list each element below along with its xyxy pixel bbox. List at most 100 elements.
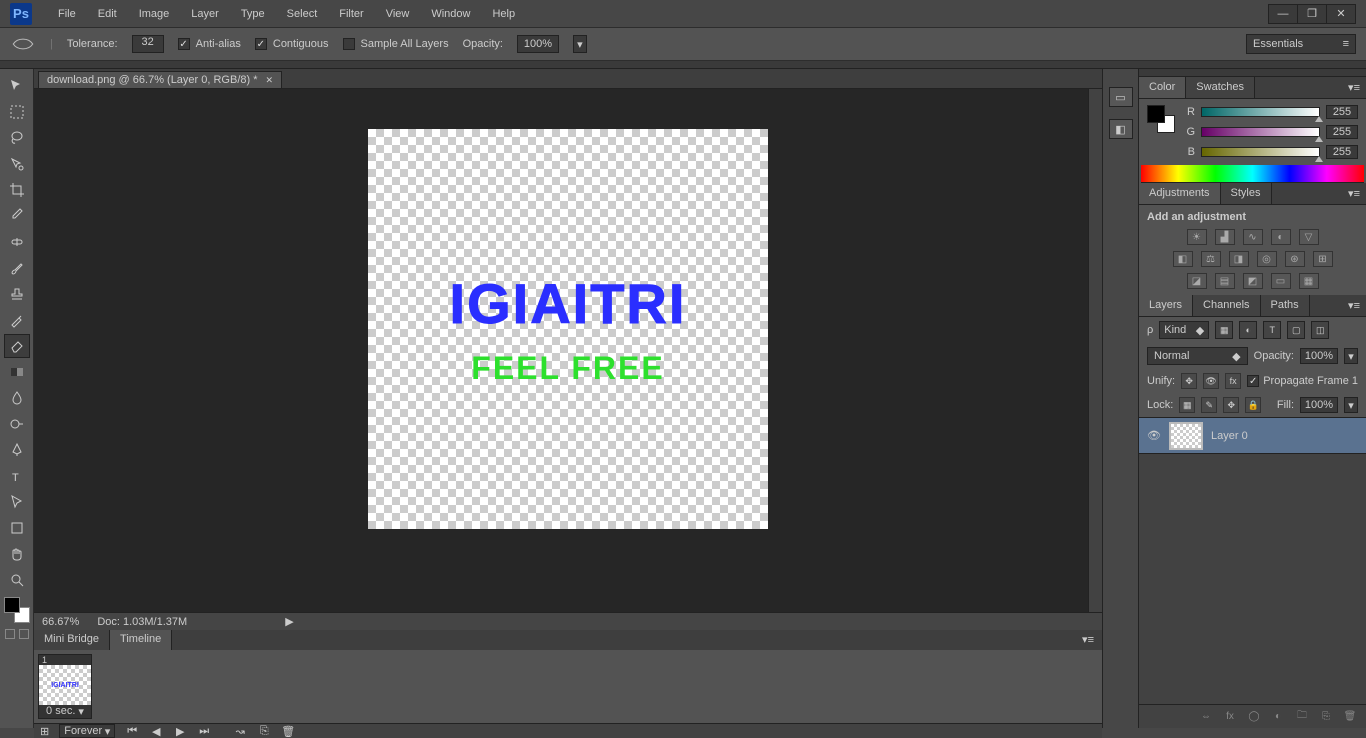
- menu-help[interactable]: Help: [482, 4, 525, 24]
- marquee-tool[interactable]: [4, 100, 30, 124]
- tolerance-input[interactable]: 32: [132, 35, 164, 53]
- vertical-scrollbar[interactable]: [1088, 89, 1102, 612]
- document-tab[interactable]: download.png @ 66.7% (Layer 0, RGB/8) * …: [38, 71, 282, 88]
- new-layer-icon[interactable]: ⎘: [1318, 710, 1334, 724]
- delete-frame-button[interactable]: 🗑: [281, 724, 295, 738]
- adj-exposure-icon[interactable]: ◐: [1271, 229, 1291, 245]
- zoom-level[interactable]: 66.67%: [42, 616, 79, 628]
- adj-brightness-icon[interactable]: ☀: [1187, 229, 1207, 245]
- new-group-icon[interactable]: 🗀: [1294, 710, 1310, 724]
- blur-tool[interactable]: [4, 386, 30, 410]
- play-button[interactable]: ▶: [173, 724, 187, 738]
- tab-adjustments[interactable]: Adjustments: [1139, 183, 1221, 204]
- healing-tool[interactable]: [4, 230, 30, 254]
- adj-balance-icon[interactable]: ⚖: [1201, 251, 1221, 267]
- panel-collapse-strip[interactable]: [1139, 69, 1366, 77]
- b-input[interactable]: 255: [1326, 145, 1358, 159]
- color-panel-menu[interactable]: ▾≡: [1342, 77, 1366, 98]
- maximize-button[interactable]: ❐: [1297, 4, 1327, 24]
- filter-adjust-icon[interactable]: ◐: [1239, 321, 1257, 339]
- loop-dropdown[interactable]: Forever▾: [59, 724, 115, 738]
- fg-bg-color[interactable]: [4, 597, 30, 623]
- adj-bw-icon[interactable]: ◨: [1229, 251, 1249, 267]
- dodge-tool[interactable]: [4, 412, 30, 436]
- minimize-button[interactable]: —: [1268, 4, 1298, 24]
- tab-color[interactable]: Color: [1139, 77, 1186, 98]
- history-brush-tool[interactable]: [4, 308, 30, 332]
- status-arrow-icon[interactable]: ▶: [285, 615, 293, 628]
- layer-mask-icon[interactable]: ◯: [1246, 710, 1262, 724]
- hand-tool[interactable]: [4, 542, 30, 566]
- next-frame-button[interactable]: ⏭: [197, 724, 211, 738]
- g-input[interactable]: 255: [1326, 125, 1358, 139]
- layer-fx-icon[interactable]: fx: [1222, 710, 1238, 724]
- adj-levels-icon[interactable]: ▟: [1215, 229, 1235, 245]
- layer-opacity-dropdown[interactable]: ▾: [1344, 348, 1358, 364]
- lasso-tool[interactable]: [4, 126, 30, 150]
- adj-lookup-icon[interactable]: ⊞: [1313, 251, 1333, 267]
- adj-mixer-icon[interactable]: ⊛: [1285, 251, 1305, 267]
- menu-window[interactable]: Window: [421, 4, 480, 24]
- prev-frame-button[interactable]: ◀: [149, 724, 163, 738]
- b-slider[interactable]: [1201, 147, 1320, 157]
- r-input[interactable]: 255: [1326, 105, 1358, 119]
- antialias-checkbox[interactable]: Anti-alias: [178, 38, 241, 50]
- dock-icon-properties[interactable]: ◧: [1109, 119, 1133, 139]
- menu-filter[interactable]: Filter: [329, 4, 373, 24]
- move-tool[interactable]: [4, 74, 30, 98]
- fill-input[interactable]: 100%: [1300, 397, 1338, 413]
- color-spectrum[interactable]: [1141, 165, 1364, 183]
- g-slider[interactable]: [1201, 127, 1320, 137]
- first-frame-button[interactable]: ⏮: [125, 724, 139, 738]
- filter-kind-dropdown[interactable]: Kind◆: [1159, 321, 1209, 339]
- adj-curves-icon[interactable]: ∿: [1243, 229, 1263, 245]
- blend-mode-dropdown[interactable]: Normal◆: [1147, 347, 1248, 365]
- adj-selective-icon[interactable]: ▦: [1299, 273, 1319, 289]
- fill-dropdown[interactable]: ▾: [1344, 397, 1358, 413]
- unify-style-icon[interactable]: fx: [1225, 373, 1241, 389]
- menu-select[interactable]: Select: [277, 4, 328, 24]
- sample-all-checkbox[interactable]: Sample All Layers: [343, 38, 449, 50]
- convert-timeline-icon[interactable]: ⊞: [40, 725, 49, 738]
- contiguous-checkbox[interactable]: Contiguous: [255, 38, 329, 50]
- close-icon[interactable]: ✕: [266, 75, 274, 86]
- adj-gradient-map-icon[interactable]: ▭: [1271, 273, 1291, 289]
- propagate-checkbox[interactable]: Propagate Frame 1: [1247, 375, 1358, 387]
- filter-type-icon[interactable]: T: [1263, 321, 1281, 339]
- menu-image[interactable]: Image: [129, 4, 180, 24]
- menu-file[interactable]: File: [48, 4, 86, 24]
- canvas-area[interactable]: IGIAITRI FEEL FREE: [34, 89, 1102, 612]
- crop-tool[interactable]: [4, 178, 30, 202]
- lock-all-icon[interactable]: 🔒: [1245, 397, 1261, 413]
- eraser-tool[interactable]: [4, 334, 30, 358]
- menu-layer[interactable]: Layer: [181, 4, 229, 24]
- eyedropper-tool[interactable]: [4, 204, 30, 228]
- type-tool[interactable]: T: [4, 464, 30, 488]
- adj-hue-icon[interactable]: ◧: [1173, 251, 1193, 267]
- frame-duration[interactable]: 0 sec.▾: [39, 705, 91, 718]
- layer-thumbnail[interactable]: [1169, 422, 1203, 450]
- unify-position-icon[interactable]: ✥: [1181, 373, 1197, 389]
- menu-edit[interactable]: Edit: [88, 4, 127, 24]
- tab-timeline[interactable]: Timeline: [110, 630, 172, 650]
- quick-select-tool[interactable]: [4, 152, 30, 176]
- visibility-icon[interactable]: 👁: [1147, 429, 1161, 443]
- layer-name[interactable]: Layer 0: [1211, 430, 1248, 442]
- adj-threshold-icon[interactable]: ◩: [1243, 273, 1263, 289]
- tab-styles[interactable]: Styles: [1221, 183, 1272, 204]
- adj-posterize-icon[interactable]: ▤: [1215, 273, 1235, 289]
- adj-vibrance-icon[interactable]: ▽: [1299, 229, 1319, 245]
- layer-item[interactable]: 👁 Layer 0: [1139, 418, 1366, 454]
- tween-button[interactable]: ↝: [233, 724, 247, 738]
- layers-panel-menu[interactable]: ▾≡: [1342, 295, 1366, 316]
- tab-channels[interactable]: Channels: [1193, 295, 1260, 316]
- status-doc-info[interactable]: Doc: 1.03M/1.37M: [97, 616, 187, 628]
- link-layers-icon[interactable]: ⇔: [1198, 710, 1214, 724]
- active-tool-icon[interactable]: [10, 35, 36, 53]
- lock-transparency-icon[interactable]: ▦: [1179, 397, 1195, 413]
- layer-opacity-input[interactable]: 100%: [1300, 348, 1338, 364]
- filter-shape-icon[interactable]: ▢: [1287, 321, 1305, 339]
- menu-view[interactable]: View: [376, 4, 420, 24]
- zoom-tool[interactable]: [4, 568, 30, 592]
- tab-swatches[interactable]: Swatches: [1186, 77, 1255, 98]
